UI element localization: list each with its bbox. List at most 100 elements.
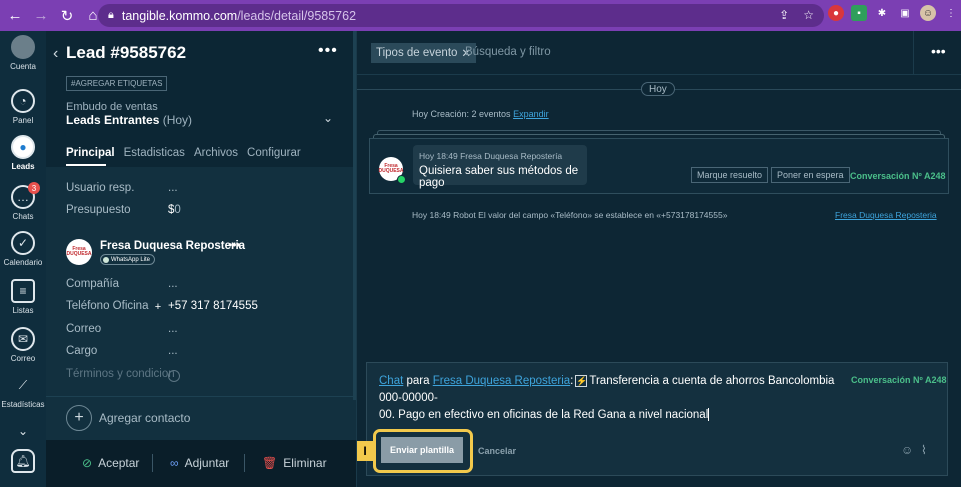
field-label: Compañía [66, 278, 120, 290]
chevron-left-icon[interactable]: ‹ [53, 45, 58, 63]
unread-badge: 3 [28, 182, 40, 194]
robot-contact-link[interactable]: Fresa Duquesa Reposteria [835, 210, 937, 220]
tab-archivos[interactable]: Archivos [194, 147, 238, 159]
whatsapp-icon [103, 256, 109, 263]
more-icon[interactable]: ••• [228, 238, 241, 252]
add-contact-row[interactable]: + Agregar contacto [46, 396, 356, 440]
field-label: Términos y condicion [66, 368, 175, 380]
robot-event-line: Hoy 18:49 Robot El valor del campo «Telé… [412, 210, 728, 220]
add-phone-icon[interactable]: + [152, 301, 164, 313]
tab-principal[interactable]: Principal [66, 147, 115, 159]
browser-toolbar: ← → ↻ ⌂ 🔒︎ tangible.kommo.com/leads/deta… [0, 0, 961, 31]
accept-button[interactable]: ⊘ Aceptar [82, 456, 139, 470]
list-icon: ≡ [11, 279, 35, 303]
rail-label: Leads [11, 162, 35, 171]
more-icon[interactable]: ••• [931, 43, 946, 59]
message-composer[interactable]: Chat para Fresa Duquesa Reposteria: ⚡ Tran… [366, 362, 948, 476]
chevron-down-icon[interactable]: ⌄ [323, 111, 333, 125]
chevron-down-icon: ⌄ [17, 424, 29, 438]
step-marker: I [357, 441, 373, 461]
rail-item-estadisticas[interactable]: ⟋ Estadísticas [0, 373, 46, 410]
tab-configurar[interactable]: Configurar [247, 147, 301, 159]
conversation-id[interactable]: Conversación Nº A248 [850, 171, 946, 181]
extension-green-icon[interactable]: ▪ [851, 5, 867, 21]
position-field[interactable]: Cargo ... [66, 345, 346, 361]
terms-field[interactable]: Términos y condicion [66, 368, 346, 384]
send-template-button[interactable]: Enviar plantilla [381, 437, 463, 463]
bell-icon: 🔔︎ [11, 449, 35, 473]
lead-footer: ⊘ Aceptar ∞ Adjuntar 🗑︎ Eliminar [46, 440, 356, 487]
sidebar-icon[interactable]: ▣ [897, 5, 913, 21]
rail-item-panel[interactable]: ◔ Panel [0, 89, 46, 125]
para-label: para [406, 375, 430, 387]
field-value[interactable]: ... [168, 345, 178, 357]
reload-icon[interactable]: ↻ [56, 5, 78, 27]
puzzle-icon[interactable]: ✱ [874, 5, 890, 21]
divider [913, 31, 914, 75]
composer-conversation-id[interactable]: Conversación Nº A248 [851, 375, 947, 385]
lead-tabs: Principal Estadisticas Archivos Configur… [66, 147, 301, 159]
profile-avatar[interactable]: ☺ [920, 5, 936, 21]
responsible-user-field[interactable]: Usuario resp. ... [66, 182, 346, 198]
mark-resolved-button[interactable]: Marque resuelto [691, 167, 769, 183]
budget-field[interactable]: Presupuesto $0 [66, 204, 346, 220]
rail-item-correo[interactable]: ✉ Correo [0, 327, 46, 363]
star-icon[interactable]: ☆ [803, 8, 814, 22]
rail-label: Cuenta [10, 62, 36, 71]
rail-item-chats[interactable]: … 3 Chats [0, 182, 46, 221]
funnel-select[interactable]: Leads Entrantes (Hoy) [66, 113, 192, 127]
rail-item-calendario[interactable]: ✓ Calendario [0, 231, 46, 267]
phone-value[interactable]: +57 317 8174555 [168, 300, 258, 312]
field-value[interactable]: $0 [168, 204, 181, 216]
funnel-value: Leads Entrantes [66, 113, 160, 127]
rail-label: Chats [12, 212, 34, 221]
chat-channel-link[interactable]: Chat [379, 375, 403, 387]
browser-menu-icon[interactable]: ⋮ [943, 5, 959, 21]
cancel-button[interactable]: Cancelar [478, 446, 516, 456]
search-input[interactable]: Búsqueda y filtro [465, 46, 551, 58]
put-on-hold-button[interactable]: Poner en espera [771, 167, 850, 183]
email-field[interactable]: Correo ... [66, 323, 346, 339]
delete-button[interactable]: 🗑︎ Eliminar [262, 456, 327, 470]
contact-name[interactable]: Fresa Duquesa Reposteria [100, 240, 245, 252]
add-tags-button[interactable]: #AGREGAR ETIQUETAS [66, 76, 168, 91]
address-bar[interactable]: 🔒︎ tangible.kommo.com/leads/detail/95857… [98, 4, 824, 27]
funnel-sub: (Hoy) [162, 113, 193, 127]
paperclip-icon[interactable]: ⌇ [921, 443, 927, 457]
lead-title[interactable]: Lead #9585762 [66, 43, 186, 63]
contact-logo: Fresa DUQUESA [66, 239, 92, 265]
tab-estadisticas[interactable]: Estadisticas [124, 147, 185, 159]
field-label: Cargo [66, 345, 98, 357]
divider [152, 454, 153, 472]
event-type-filter-chip[interactable]: Tipos de evento ✕ [371, 43, 477, 63]
funnel-label: Embudo de ventas [66, 101, 158, 113]
attach-button[interactable]: ∞ Adjuntar [170, 456, 229, 470]
company-field[interactable]: Compañía ... [66, 278, 346, 294]
template-bolt-icon[interactable]: ⚡ [575, 374, 588, 387]
terms-toggle[interactable] [168, 370, 180, 382]
forward-icon[interactable]: → [30, 5, 52, 27]
feed-filter-bar: Tipos de evento ✕ Búsqueda y filtro ••• [357, 31, 961, 75]
composer-text[interactable]: Chat para Fresa Duquesa Reposteria: ⚡ Tran… [379, 373, 841, 424]
emoji-icon[interactable]: ☺ [901, 443, 913, 457]
recipient-link[interactable]: Fresa Duquesa Reposteria [433, 375, 570, 387]
phone-field[interactable]: Teléfono Oficina + +57 317 8174555 [66, 300, 346, 316]
lead-card-panel: ‹ Lead #9585762 ••• #AGREGAR ETIQUETAS E… [46, 31, 356, 487]
rail-item-cuenta[interactable]: Cuenta [0, 35, 46, 71]
back-icon[interactable]: ← [4, 5, 26, 27]
share-icon[interactable]: ⇪ [779, 8, 789, 22]
expand-link[interactable]: Expandir [513, 109, 549, 119]
rail-item-listas[interactable]: ≡ Listas [0, 279, 46, 315]
rail-item-more[interactable]: ⌄ [0, 419, 46, 446]
extension-red-icon[interactable]: ● [828, 5, 844, 21]
message-meta: Hoy 18:49 Fresa Duquesa Repostería [419, 151, 563, 161]
field-value[interactable]: ... [168, 182, 178, 194]
field-value[interactable]: ... [168, 323, 178, 335]
field-label: Usuario resp. [66, 182, 135, 194]
day-label: Hoy [641, 82, 675, 96]
field-value[interactable]: ... [168, 278, 178, 290]
rail-item-leads[interactable]: ● Leads [0, 135, 46, 171]
lock-icon: 🔒︎ [108, 9, 114, 21]
more-icon[interactable]: ••• [318, 42, 338, 60]
rail-item-notifications[interactable]: 🔔︎ [0, 449, 46, 476]
